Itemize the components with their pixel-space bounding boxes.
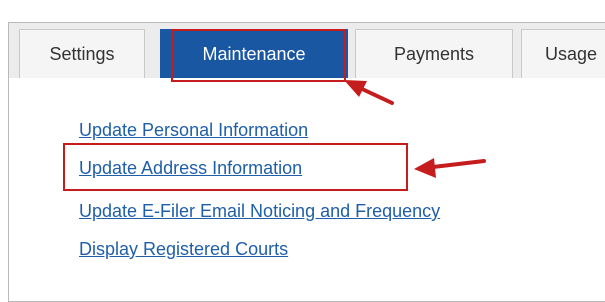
tab-usage-label: Usage bbox=[545, 43, 598, 64]
tab-payments[interactable]: Payments bbox=[355, 29, 513, 78]
tab-maintenance-label: Maintenance bbox=[202, 43, 306, 64]
tab-settings[interactable]: Settings bbox=[19, 29, 145, 78]
update-e-filer-email-noticing-link[interactable]: Update E-Filer Email Noticing and Freque… bbox=[79, 201, 440, 221]
display-registered-courts-link[interactable]: Display Registered Courts bbox=[79, 239, 288, 259]
tab-usage[interactable]: Usage bbox=[521, 29, 605, 78]
tab-strip: Settings Maintenance Payments Usage bbox=[9, 23, 605, 78]
tab-maintenance[interactable]: Maintenance bbox=[160, 29, 348, 78]
tab-payments-label: Payments bbox=[393, 43, 475, 64]
update-personal-information-link[interactable]: Update Personal Information bbox=[79, 120, 308, 140]
tab-settings-label: Settings bbox=[49, 43, 115, 64]
update-address-information-link[interactable]: Update Address Information bbox=[79, 158, 302, 178]
